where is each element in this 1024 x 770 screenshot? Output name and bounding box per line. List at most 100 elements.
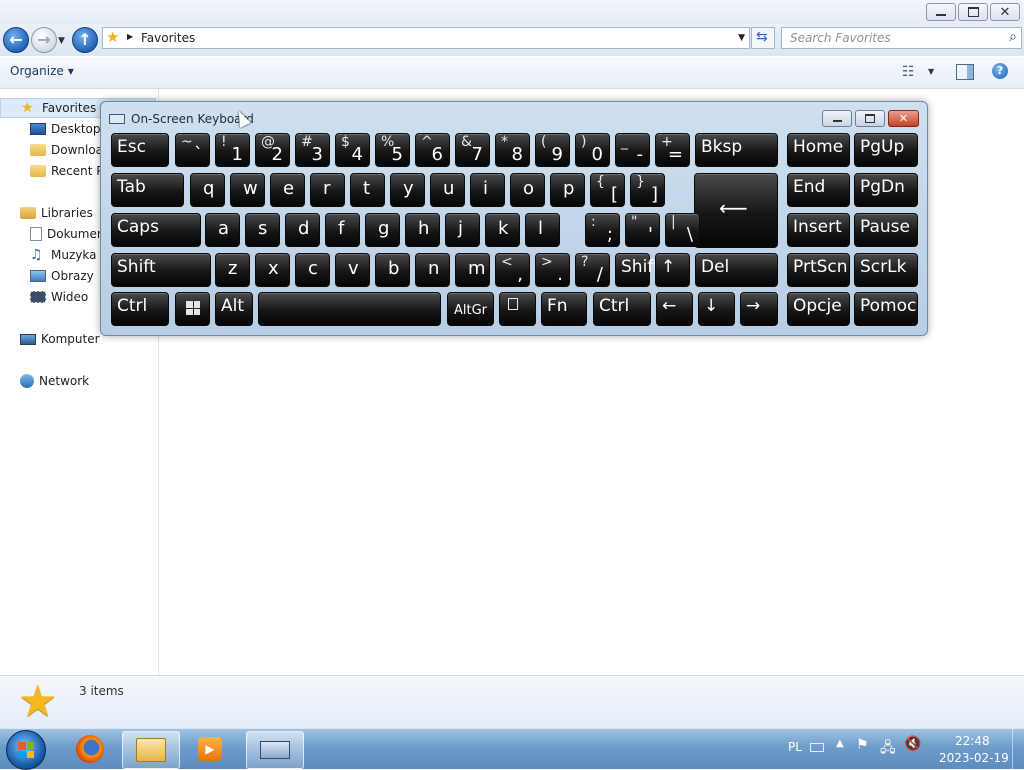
action-center-icon[interactable]: ⚑: [856, 737, 869, 753]
key-scrlk[interactable]: ScrLk: [854, 253, 918, 287]
organize-button[interactable]: Organize ▼: [10, 64, 74, 78]
refresh-button[interactable]: ⇆: [751, 27, 775, 49]
key-backslash[interactable]: | \: [665, 213, 700, 247]
taskbar-osk[interactable]: [246, 731, 304, 769]
key-f[interactable]: f: [325, 213, 360, 247]
key-period[interactable]: >.: [535, 253, 570, 287]
forward-button[interactable]: →: [31, 27, 57, 53]
key-lctrl[interactable]: Ctrl: [111, 292, 169, 326]
key-m[interactable]: m: [455, 253, 490, 287]
language-indicator[interactable]: PL: [788, 740, 802, 754]
show-desktop-button[interactable]: [1012, 729, 1024, 769]
key-altgr[interactable]: AltGr: [447, 292, 494, 326]
key-b[interactable]: b: [375, 253, 410, 287]
key-pause[interactable]: Pause: [854, 213, 918, 247]
key-pgup[interactable]: PgUp: [854, 133, 918, 167]
osk-minimize-button[interactable]: [822, 110, 852, 127]
taskbar-explorer[interactable]: [122, 731, 180, 769]
restore-button[interactable]: [958, 3, 988, 21]
nav-network[interactable]: Network: [20, 372, 157, 390]
key-left[interactable]: ←: [656, 292, 693, 326]
key-up[interactable]: ↑: [655, 253, 690, 287]
key-h[interactable]: h: [405, 213, 440, 247]
key-home[interactable]: Home: [787, 133, 850, 167]
key-8[interactable]: * 8: [495, 133, 530, 167]
key-del[interactable]: Del: [695, 253, 778, 287]
key-opcje[interactable]: Opcje: [787, 292, 850, 326]
key-menu[interactable]: [499, 292, 536, 326]
key-6[interactable]: ^ 6: [415, 133, 450, 167]
key-p[interactable]: p: [550, 173, 585, 207]
key-caps[interactable]: Caps: [111, 213, 201, 247]
help-button[interactable]: ?: [992, 63, 1008, 79]
key-z[interactable]: z: [215, 253, 250, 287]
key-win[interactable]: [175, 292, 210, 326]
key-a[interactable]: a: [205, 213, 240, 247]
key-n[interactable]: n: [415, 253, 450, 287]
key-insert[interactable]: Insert: [787, 213, 850, 247]
key-w[interactable]: w: [230, 173, 265, 207]
key-quote[interactable]: " ': [625, 213, 660, 247]
key-g[interactable]: g: [365, 213, 400, 247]
key-esc[interactable]: Esc: [111, 133, 169, 167]
key-slash[interactable]: ? /: [575, 253, 610, 287]
key-semicolon[interactable]: :;: [585, 213, 620, 247]
key-1[interactable]: ! 1: [215, 133, 250, 167]
preview-pane-button[interactable]: [956, 64, 974, 80]
key-pgdn[interactable]: PgDn: [854, 173, 918, 207]
key-k[interactable]: k: [485, 213, 520, 247]
key-bksp[interactable]: Bksp: [695, 133, 778, 167]
network-tray-icon[interactable]: 🖧: [880, 737, 896, 761]
key-j[interactable]: j: [445, 213, 480, 247]
key-7[interactable]: & 7: [455, 133, 490, 167]
clock-time[interactable]: 22:48: [955, 734, 990, 748]
key-x[interactable]: x: [255, 253, 290, 287]
key-minus[interactable]: _ -: [615, 133, 650, 167]
key-fn[interactable]: Fn: [541, 292, 587, 326]
key-pomoc[interactable]: Pomoc: [854, 292, 918, 326]
key-o[interactable]: o: [510, 173, 545, 207]
key-lshift[interactable]: Shift: [111, 253, 211, 287]
key-4[interactable]: $4: [335, 133, 370, 167]
minimize-button[interactable]: [926, 3, 956, 21]
view-options-button[interactable]: ☷ ▼: [902, 64, 938, 80]
key-rshift[interactable]: Shift: [615, 253, 660, 287]
key-9[interactable]: (9: [535, 133, 570, 167]
key-right[interactable]: →: [740, 292, 778, 326]
key-tilde[interactable]: ~ `: [175, 133, 210, 167]
osk-close-button[interactable]: ✕: [888, 110, 919, 127]
search-icon[interactable]: ⌕: [1009, 29, 1017, 45]
key-i[interactable]: i: [470, 173, 505, 207]
clock-date[interactable]: 2023-02-19: [939, 751, 1009, 765]
key-s[interactable]: s: [245, 213, 280, 247]
key-equals[interactable]: + =: [655, 133, 690, 167]
back-button[interactable]: ←: [3, 27, 29, 53]
recent-pages-chevron-icon[interactable]: ▼: [58, 36, 65, 46]
key-lbracket[interactable]: {[: [590, 173, 625, 207]
key-q[interactable]: q: [190, 173, 225, 207]
key-down[interactable]: ↓: [698, 292, 735, 326]
volume-muted-icon[interactable]: 🔇: [904, 736, 921, 752]
key-rbracket[interactable]: }]: [630, 173, 665, 207]
address-text[interactable]: Favorites: [141, 31, 195, 45]
taskbar-media-player[interactable]: ▶: [182, 731, 238, 767]
show-hidden-icons-icon[interactable]: ▲: [836, 738, 844, 749]
key-d[interactable]: d: [285, 213, 320, 247]
key-0[interactable]: ) 0: [575, 133, 610, 167]
keyboard-tray-icon[interactable]: [810, 743, 824, 752]
key-e[interactable]: e: [270, 173, 305, 207]
close-button[interactable]: ✕: [990, 3, 1020, 21]
key-t[interactable]: t: [350, 173, 385, 207]
osk-maximize-button[interactable]: [855, 110, 885, 127]
taskbar-firefox[interactable]: [62, 731, 118, 767]
key-c[interactable]: c: [295, 253, 330, 287]
key-r[interactable]: r: [310, 173, 345, 207]
key-2[interactable]: @2: [255, 133, 290, 167]
key-enter[interactable]: ⟵: [694, 173, 778, 248]
key-tab[interactable]: Tab: [111, 173, 184, 207]
key-u[interactable]: u: [430, 173, 465, 207]
key-y[interactable]: y: [390, 173, 425, 207]
search-input[interactable]: Search Favorites ⌕: [781, 27, 1022, 49]
key-space[interactable]: [258, 292, 441, 326]
key-l[interactable]: l: [525, 213, 560, 247]
